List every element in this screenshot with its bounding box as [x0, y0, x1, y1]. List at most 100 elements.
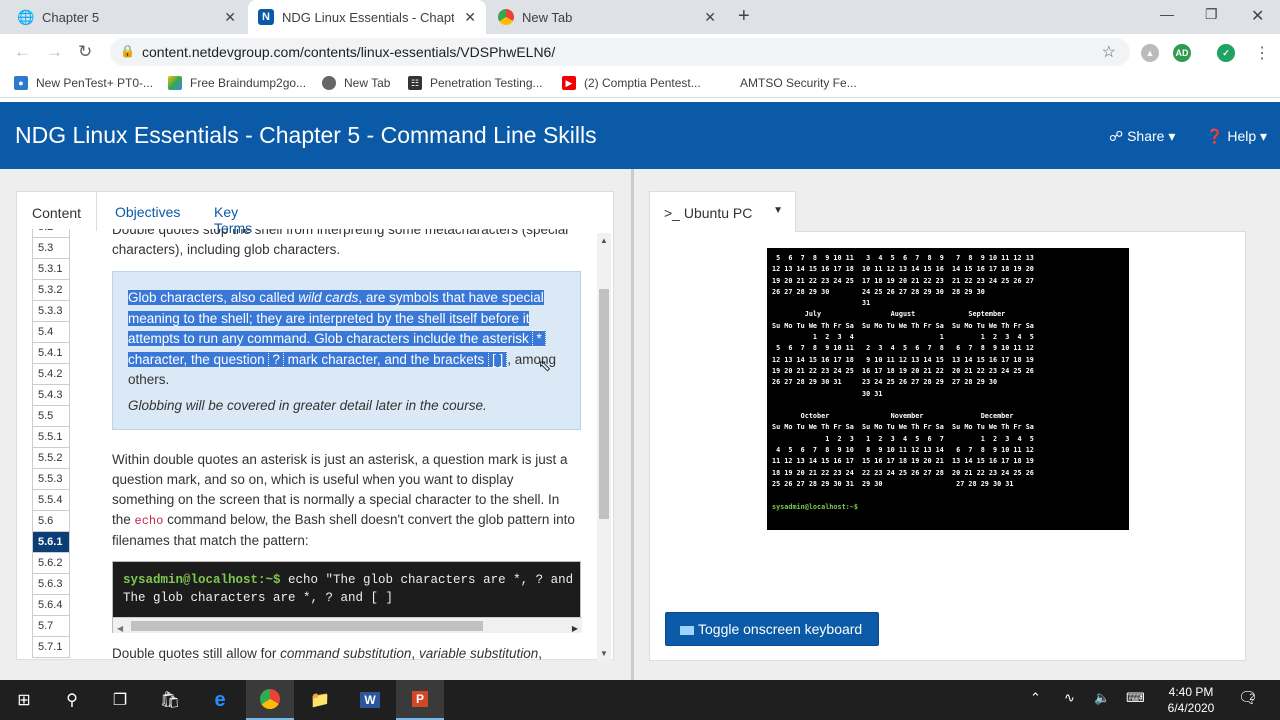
- tray-chevron-icon[interactable]: ⌃: [1030, 690, 1041, 706]
- scroll-down-icon[interactable]: ▼: [600, 649, 608, 658]
- intro-paragraph: Double quotes stop the shell from interp…: [112, 229, 569, 257]
- tab-objectives[interactable]: Objectives: [100, 191, 195, 231]
- vm-shell-prompt: sysadmin@localhost:~$: [772, 502, 858, 511]
- toc-item[interactable]: 5.4.1: [32, 343, 70, 364]
- tab-key-terms[interactable]: Key Terms: [199, 191, 267, 236]
- tab-title: Chapter 5: [42, 9, 100, 25]
- minimize-icon[interactable]: —: [1160, 6, 1174, 22]
- help-icon: ❓: [1206, 128, 1224, 144]
- horizontal-scrollbar[interactable]: ◀ ▶: [113, 617, 582, 633]
- toc-item[interactable]: 5.5.4: [32, 490, 70, 511]
- windows-taskbar: ⊞ ⚲ ❐ 🛍 e 📁 W P ⌃ ∿ 🔈 ⌨ 4:40 PM 6/4/2020…: [0, 680, 1280, 720]
- file-explorer-icon[interactable]: 📁: [296, 680, 344, 720]
- word-icon[interactable]: W: [346, 680, 394, 720]
- toc-item[interactable]: 5.3.2: [32, 280, 70, 301]
- ndg-icon: N: [258, 9, 274, 25]
- toc-item-selected[interactable]: 5.6.1: [32, 532, 70, 553]
- clock[interactable]: 4:40 PM 6/4/2020: [1158, 684, 1224, 716]
- scroll-up-icon[interactable]: ▲: [600, 236, 608, 245]
- callout-note: Globbing will be covered in greater deta…: [128, 397, 487, 413]
- browser-tab-chapter5[interactable]: 🌐 Chapter 5 ✕: [8, 0, 246, 34]
- share-button[interactable]: ☍ Share ▾: [1109, 128, 1175, 145]
- toc-item[interactable]: 5.6: [32, 511, 70, 532]
- toc-item[interactable]: 5.6.2: [32, 553, 70, 574]
- callout-text: Glob characters, also called wild cards,…: [128, 288, 568, 416]
- toc-item[interactable]: 5.2: [32, 229, 70, 238]
- bookmark-star-icon[interactable]: ☆: [1102, 42, 1116, 62]
- asterisk-key: *: [532, 330, 546, 347]
- close-window-icon[interactable]: ✕: [1251, 6, 1264, 26]
- bookmark-item[interactable]: ▶ (2) Comptia Pentest...: [562, 76, 701, 90]
- close-tab-icon[interactable]: ✕: [224, 9, 236, 26]
- address-bar[interactable]: 🔒 content.netdevgroup.com/contents/linux…: [110, 38, 1130, 66]
- library-icon: ☷: [408, 76, 422, 90]
- toc-item[interactable]: 5.5.3: [32, 469, 70, 490]
- help-button[interactable]: ❓ Help ▾: [1206, 128, 1267, 145]
- new-tab-icon[interactable]: +: [738, 5, 750, 28]
- browser-tab-newtab[interactable]: New Tab ✕: [488, 0, 726, 34]
- terminal-example: sysadmin@localhost:~$ echo "The glob cha…: [112, 561, 582, 633]
- task-view-icon[interactable]: ❐: [96, 680, 144, 720]
- chrome-taskbar-icon[interactable]: [246, 680, 294, 720]
- close-tab-icon[interactable]: ✕: [704, 9, 716, 26]
- keyboard-icon: [680, 625, 694, 635]
- share-icon: ☍: [1109, 128, 1124, 144]
- toc-item[interactable]: 5.5: [32, 406, 70, 427]
- menu-kebab-icon[interactable]: ⋮: [1254, 43, 1270, 63]
- toggle-keyboard-button[interactable]: Toggle onscreen keyboard: [665, 612, 879, 646]
- tab-title: New Tab: [522, 9, 573, 25]
- toc-list: 5.2 5.3 5.3.1 5.3.2 5.3.3 5.4 5.4.1 5.4.…: [32, 229, 70, 661]
- bookmark-item[interactable]: ● New PenTest+ PT0-...: [14, 76, 153, 90]
- browser-tab-ndg[interactable]: N NDG Linux Essentials - Chapter 5 ✕: [248, 0, 486, 34]
- bookmark-item[interactable]: AMTSO Security Fe...: [740, 76, 857, 90]
- store-icon[interactable]: 🛍: [146, 680, 194, 720]
- extension-icon[interactable]: ▲: [1141, 44, 1159, 62]
- globe-icon: [322, 76, 336, 90]
- close-tab-icon[interactable]: ✕: [464, 9, 476, 26]
- reload-icon[interactable]: ↻: [78, 42, 92, 62]
- browser-tabstrip: 🌐 Chapter 5 ✕ N NDG Linux Essentials - C…: [0, 0, 1280, 34]
- vm-tab-ubuntu[interactable]: >_ Ubuntu PC ▼: [649, 191, 796, 232]
- profile-avatar[interactable]: AD: [1173, 44, 1191, 62]
- lock-icon: 🔒: [120, 44, 135, 58]
- notification-icon[interactable]: 🗨2: [1238, 688, 1263, 708]
- page-title: NDG Linux Essentials - Chapter 5 - Comma…: [15, 122, 597, 148]
- toc-item[interactable]: 5.3: [32, 238, 70, 259]
- scroll-thumb[interactable]: [599, 289, 609, 519]
- chrome-icon: [498, 9, 514, 25]
- toc-item[interactable]: 5.6.3: [32, 574, 70, 595]
- toc-item[interactable]: 5.6.4: [32, 595, 70, 616]
- toc-item[interactable]: 5.3.3: [32, 301, 70, 322]
- toc-item[interactable]: 5.4.2: [32, 364, 70, 385]
- chevron-down-icon[interactable]: ▼: [773, 205, 783, 216]
- toc-item[interactable]: 5.4: [32, 322, 70, 343]
- bookmark-item[interactable]: ☷ Penetration Testing...: [408, 76, 543, 90]
- vm-screen[interactable]: 5 6 7 8 9 10 11 3 4 5 6 7 8 9 7 8 9 10 1…: [767, 248, 1129, 530]
- toc-item[interactable]: 5.3.1: [32, 259, 70, 280]
- back-icon[interactable]: ←: [14, 42, 31, 62]
- bookmarks-bar: ● New PenTest+ PT0-... Free Braindump2go.…: [0, 70, 1280, 98]
- toc-item[interactable]: 5.4.3: [32, 385, 70, 406]
- scroll-right-icon[interactable]: ▶: [572, 619, 578, 639]
- scroll-thumb[interactable]: [131, 621, 483, 631]
- volume-icon[interactable]: 🔈: [1094, 690, 1110, 706]
- vertical-scrollbar[interactable]: ▲ ▼: [597, 233, 611, 661]
- edge-icon[interactable]: e: [196, 680, 244, 720]
- toc-item[interactable]: 5.7: [32, 616, 70, 637]
- toc-item[interactable]: 5.5.1: [32, 427, 70, 448]
- toc-item[interactable]: 5.5.2: [32, 448, 70, 469]
- restore-icon[interactable]: ❐: [1205, 6, 1218, 23]
- powerpoint-icon[interactable]: P: [396, 680, 444, 720]
- bookmark-item[interactable]: New Tab: [322, 76, 390, 90]
- toc-item[interactable]: 5.7.1: [32, 637, 70, 658]
- forward-icon[interactable]: →: [46, 42, 63, 62]
- tab-content[interactable]: Content: [16, 191, 97, 231]
- shield-icon[interactable]: ✓: [1217, 44, 1235, 62]
- keyboard-tray-icon[interactable]: ⌨: [1126, 690, 1145, 706]
- bookmark-item[interactable]: Free Braindump2go...: [168, 76, 306, 90]
- wifi-icon[interactable]: ∿: [1064, 690, 1075, 706]
- windows-start-icon[interactable]: ⊞: [0, 680, 48, 720]
- lesson-content: Double quotes stop the shell from interp…: [112, 229, 582, 661]
- search-icon[interactable]: ⚲: [48, 680, 96, 720]
- scroll-left-icon[interactable]: ◀: [117, 619, 123, 639]
